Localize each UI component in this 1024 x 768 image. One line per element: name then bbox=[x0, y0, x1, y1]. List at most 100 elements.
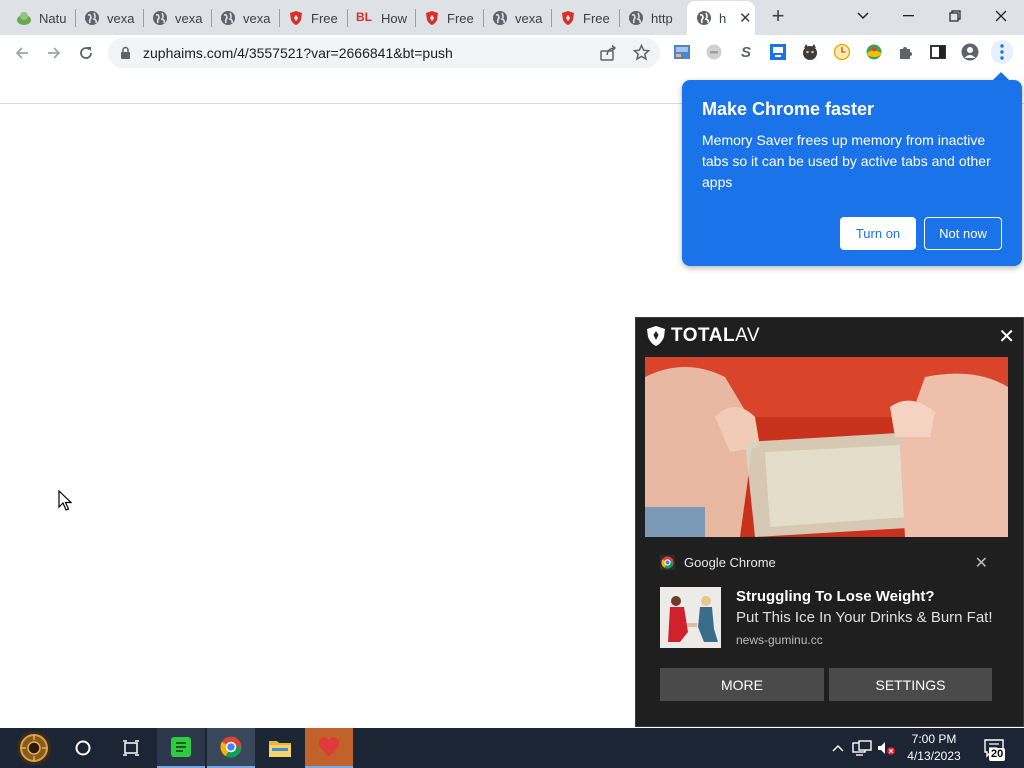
globe-icon bbox=[152, 10, 168, 26]
mouse-cursor-icon bbox=[58, 489, 73, 517]
tab-title: Free bbox=[311, 10, 338, 26]
clock-time: 7:00 PM bbox=[911, 732, 957, 746]
share-icon[interactable] bbox=[600, 44, 617, 66]
totalav-notification: TOTALAV ✕ Google Chrome ✕ Struggling To … bbox=[635, 317, 1024, 727]
globe-icon bbox=[84, 10, 100, 26]
bl-favicon-icon: BL bbox=[356, 10, 372, 24]
tab-strip: Natu vexa vexa vexa Free BL How Free vex… bbox=[0, 0, 1024, 35]
shield-favicon-icon bbox=[424, 10, 440, 26]
notification-site: news-guminu.cc bbox=[736, 633, 823, 647]
globe-icon bbox=[492, 10, 508, 26]
close-notification-icon[interactable]: ✕ bbox=[998, 324, 1015, 349]
start-button-icon[interactable] bbox=[8, 728, 60, 768]
windows-taskbar: 7:00 PM 4/13/2023 20 bbox=[0, 728, 1024, 768]
brand-light: AV bbox=[735, 325, 761, 346]
restore-icon[interactable] bbox=[942, 4, 968, 28]
tab[interactable]: vexa bbox=[492, 5, 549, 31]
globe-icon bbox=[220, 10, 236, 26]
tab-title: vexa bbox=[243, 10, 271, 26]
notification-count-badge: 20 bbox=[989, 748, 1006, 761]
clock-extension-icon[interactable] bbox=[833, 43, 851, 61]
tab-title: Free bbox=[447, 10, 474, 26]
dismiss-icon[interactable]: ✕ bbox=[975, 553, 988, 573]
ad-thumbnail-image bbox=[660, 587, 721, 648]
globe-icon bbox=[628, 10, 644, 26]
network-icon[interactable] bbox=[851, 728, 873, 768]
tab[interactable]: http bbox=[628, 5, 685, 31]
side-panel-icon[interactable] bbox=[929, 43, 947, 61]
bookmark-star-icon[interactable] bbox=[632, 43, 651, 66]
puzzle-extensions-icon[interactable] bbox=[897, 43, 915, 61]
tab[interactable]: vexa bbox=[220, 5, 277, 31]
promo-body: Memory Saver frees up memory from inacti… bbox=[702, 132, 991, 190]
shield-favicon-icon bbox=[560, 10, 576, 26]
shield-logo-icon bbox=[647, 326, 665, 346]
memory-saver-promo: Make Chrome faster Memory Saver frees up… bbox=[682, 80, 1022, 266]
tab[interactable]: Free bbox=[424, 5, 481, 31]
extension-icon[interactable] bbox=[705, 43, 723, 61]
minimize-icon[interactable] bbox=[896, 4, 922, 28]
tab-active[interactable]: h ✕ bbox=[687, 1, 755, 35]
tab-title: Free bbox=[583, 10, 610, 26]
plant-favicon-icon bbox=[16, 10, 32, 26]
shield-favicon-icon bbox=[288, 10, 304, 26]
profile-avatar-icon[interactable] bbox=[961, 43, 979, 61]
browser-toolbar: zuphaims.com/4/3557521?var=2666841&bt=pu… bbox=[0, 35, 1024, 72]
extension-icon[interactable]: S bbox=[737, 43, 755, 61]
hero-image bbox=[645, 357, 1008, 537]
turn-on-button[interactable]: Turn on bbox=[840, 217, 916, 250]
volume-muted-icon[interactable] bbox=[875, 728, 897, 768]
menu-kebab-icon[interactable] bbox=[991, 40, 1013, 64]
tab[interactable]: vexa bbox=[84, 5, 141, 31]
more-button[interactable]: MORE bbox=[660, 668, 824, 701]
clock-date: 4/13/2023 bbox=[907, 749, 961, 763]
close-window-icon[interactable] bbox=[988, 4, 1014, 28]
new-tab-button[interactable]: + bbox=[767, 5, 789, 28]
globe-icon bbox=[696, 10, 712, 26]
cortana-search-icon[interactable] bbox=[68, 728, 98, 768]
tab[interactable]: Natu bbox=[16, 5, 73, 31]
notification-title: Struggling To Lose Weight? bbox=[736, 588, 935, 605]
tab[interactable]: Free bbox=[560, 5, 617, 31]
extension-icon[interactable] bbox=[865, 43, 883, 61]
tab-title: How bbox=[381, 10, 408, 26]
system-clock[interactable]: 7:00 PM 4/13/2023 bbox=[904, 731, 964, 765]
lock-icon[interactable] bbox=[120, 46, 131, 65]
address-bar[interactable]: zuphaims.com/4/3557521?var=2666841&bt=pu… bbox=[108, 38, 660, 68]
settings-button[interactable]: SETTINGS bbox=[829, 668, 992, 701]
notification-source: Google Chrome bbox=[660, 555, 776, 570]
chrome-logo-icon bbox=[660, 555, 675, 570]
tab-title: vexa bbox=[175, 10, 203, 26]
forward-icon[interactable] bbox=[43, 42, 65, 64]
extension-icon[interactable] bbox=[801, 43, 819, 61]
url-text[interactable]: zuphaims.com/4/3557521?var=2666841&bt=pu… bbox=[143, 45, 453, 61]
source-label: Google Chrome bbox=[684, 555, 776, 570]
close-tab-icon[interactable]: ✕ bbox=[739, 9, 752, 27]
notification-body: Put This Ice In Your Drinks & Burn Fat! bbox=[736, 609, 993, 626]
totalav-logo: TOTALAV bbox=[646, 325, 760, 347]
tab-title: vexa bbox=[515, 10, 543, 26]
tab-title: Natu bbox=[39, 10, 67, 26]
tab-title: vexa bbox=[107, 10, 135, 26]
brand-bold: TOTAL bbox=[671, 325, 736, 346]
extension-icon[interactable] bbox=[769, 43, 787, 61]
taskbar-shield-app-icon[interactable] bbox=[305, 728, 353, 768]
promo-title: Make Chrome faster bbox=[702, 99, 875, 119]
file-explorer-icon[interactable] bbox=[257, 728, 303, 768]
reload-icon[interactable] bbox=[75, 42, 97, 64]
tab-title: h bbox=[719, 10, 727, 26]
tab[interactable]: vexa bbox=[152, 5, 209, 31]
taskbar-chrome-icon[interactable] bbox=[207, 728, 255, 768]
show-hidden-icons-chevron-icon[interactable] bbox=[830, 728, 846, 768]
not-now-button[interactable]: Not now bbox=[924, 217, 1002, 250]
extension-icon[interactable] bbox=[673, 43, 691, 61]
task-view-icon[interactable] bbox=[116, 728, 146, 768]
action-center-icon[interactable]: 20 bbox=[980, 728, 1008, 768]
taskbar-notes-app-icon[interactable] bbox=[157, 728, 205, 768]
desktop-screen: Natu vexa vexa vexa Free BL How Free vex… bbox=[0, 0, 1024, 768]
tab-title: http bbox=[651, 10, 673, 26]
tab[interactable]: BL How bbox=[356, 5, 415, 31]
tab[interactable]: Free bbox=[288, 5, 345, 31]
tab-search-icon[interactable] bbox=[850, 4, 876, 28]
back-icon[interactable] bbox=[11, 42, 33, 64]
